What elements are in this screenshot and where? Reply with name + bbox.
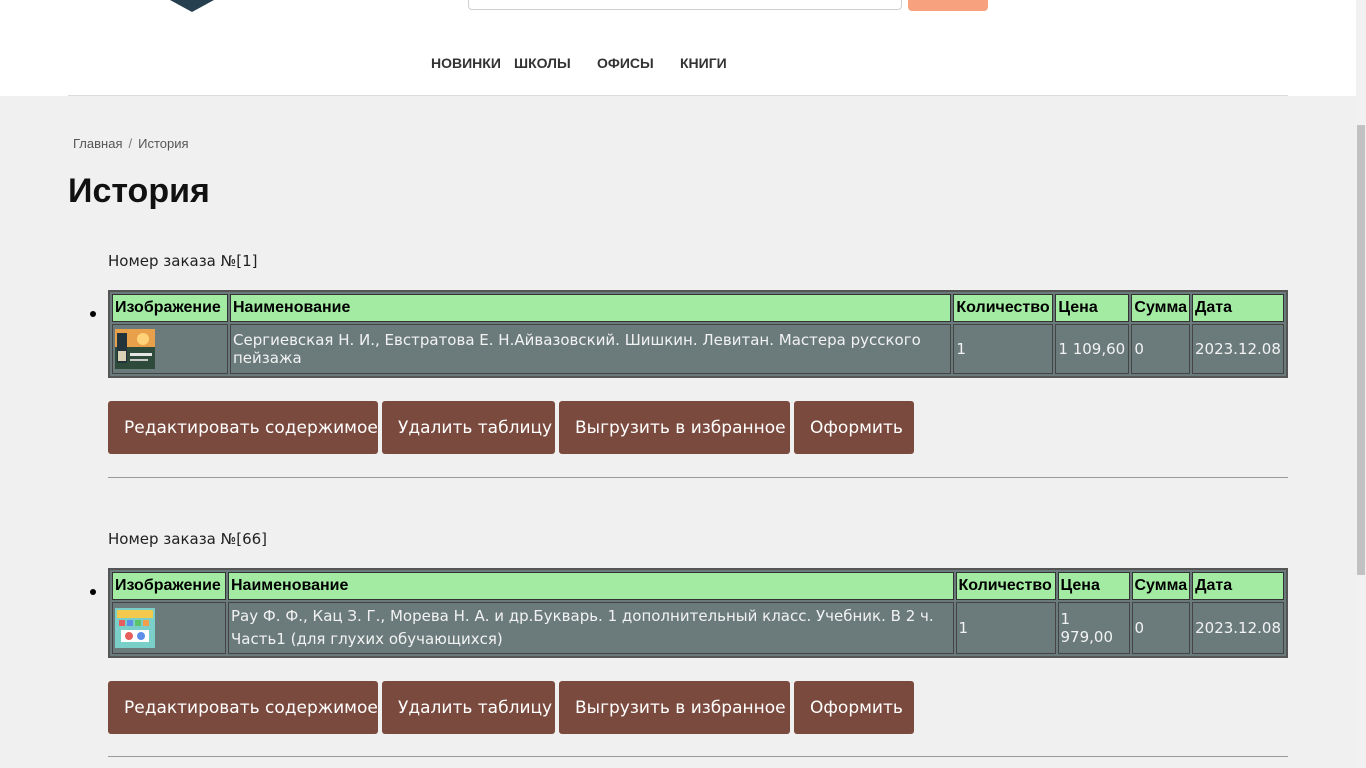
product-image-cell	[112, 324, 228, 374]
order-number-label: Номер заказа №[66]	[108, 530, 268, 548]
scrollbar-thumb[interactable]	[1357, 125, 1365, 575]
book-cover-image[interactable]	[115, 608, 155, 648]
column-header-date: Дата	[1192, 572, 1284, 600]
column-header-name: Наименование	[228, 572, 954, 600]
order-number-label: Номер заказа №[1]	[108, 252, 258, 270]
column-header-image: Изображение	[112, 572, 226, 600]
logo[interactable]	[170, 0, 214, 12]
nav-item-shkoly[interactable]: ШКОЛЫ	[514, 55, 571, 73]
price-cell: 1 109,60	[1055, 324, 1130, 374]
column-header-sum: Сумма	[1131, 294, 1190, 322]
edit-contents-button[interactable]: Редактировать содержимое	[108, 681, 378, 734]
list-bullet	[90, 311, 96, 317]
column-header-price: Цена	[1057, 572, 1130, 600]
export-to-favorites-button[interactable]: Выгрузить в избранное	[559, 401, 790, 454]
delete-table-button[interactable]: Удалить таблицу	[382, 681, 555, 734]
table-header-row: Изображение Наименование Количество Цена…	[112, 294, 1284, 322]
breadcrumb-separator: /	[128, 136, 133, 151]
column-header-quantity: Количество	[955, 572, 1056, 600]
checkout-button[interactable]: Оформить	[794, 401, 914, 454]
nav-item-knigi[interactable]: КНИГИ	[680, 55, 727, 73]
book-cover-image[interactable]	[115, 329, 155, 369]
delete-table-button[interactable]: Удалить таблицу	[382, 401, 555, 454]
table-header-row: Изображение Наименование Количество Цена…	[112, 572, 1284, 600]
list-bullet	[90, 589, 96, 595]
page-scrollbar[interactable]	[1356, 0, 1366, 768]
date-cell: 2023.12.08	[1192, 602, 1284, 654]
sum-cell: 0	[1131, 602, 1191, 654]
table-row: Рау Ф. Ф., Кац З. Г., Морева Н. А. и др.…	[112, 602, 1284, 654]
page-title: История	[68, 172, 210, 210]
date-cell: 2023.12.08	[1192, 324, 1284, 374]
site-header: НОВИНКИ ШКОЛЫ ОФИСЫ КНИГИ	[0, 0, 1356, 96]
quantity-cell: 1	[955, 602, 1056, 654]
order-divider	[108, 477, 1288, 478]
table-row: Сергиевская Н. И., Евстратова Е. Н.Айваз…	[112, 324, 1284, 374]
column-header-price: Цена	[1055, 294, 1130, 322]
product-image-cell	[112, 602, 226, 654]
order-divider	[108, 756, 1288, 757]
sum-cell: 0	[1131, 324, 1190, 374]
column-header-quantity: Количество	[953, 294, 1054, 322]
column-header-date: Дата	[1192, 294, 1284, 322]
column-header-sum: Сумма	[1131, 572, 1191, 600]
product-name-cell: Сергиевская Н. И., Евстратова Е. Н.Айваз…	[230, 324, 952, 374]
checkout-button[interactable]: Оформить	[794, 681, 914, 734]
breadcrumb-current: История	[138, 136, 189, 151]
header-divider	[68, 95, 1288, 96]
price-cell: 1 979,00	[1057, 602, 1130, 654]
order-table: Изображение Наименование Количество Цена…	[108, 290, 1288, 378]
breadcrumb: Главная / История	[73, 136, 189, 151]
search-button[interactable]	[908, 0, 988, 11]
column-header-name: Наименование	[230, 294, 952, 322]
quantity-cell: 1	[953, 324, 1054, 374]
search-input[interactable]	[468, 0, 902, 10]
order-table: Изображение Наименование Количество Цена…	[108, 568, 1288, 658]
column-header-image: Изображение	[112, 294, 228, 322]
edit-contents-button[interactable]: Редактировать содержимое	[108, 401, 378, 454]
nav-item-ofisy[interactable]: ОФИСЫ	[597, 55, 654, 73]
nav-item-novinki[interactable]: НОВИНКИ	[431, 55, 501, 73]
export-to-favorites-button[interactable]: Выгрузить в избранное	[559, 681, 790, 734]
product-name-cell: Рау Ф. Ф., Кац З. Г., Морева Н. А. и др.…	[228, 602, 954, 654]
breadcrumb-home-link[interactable]: Главная	[73, 136, 122, 151]
